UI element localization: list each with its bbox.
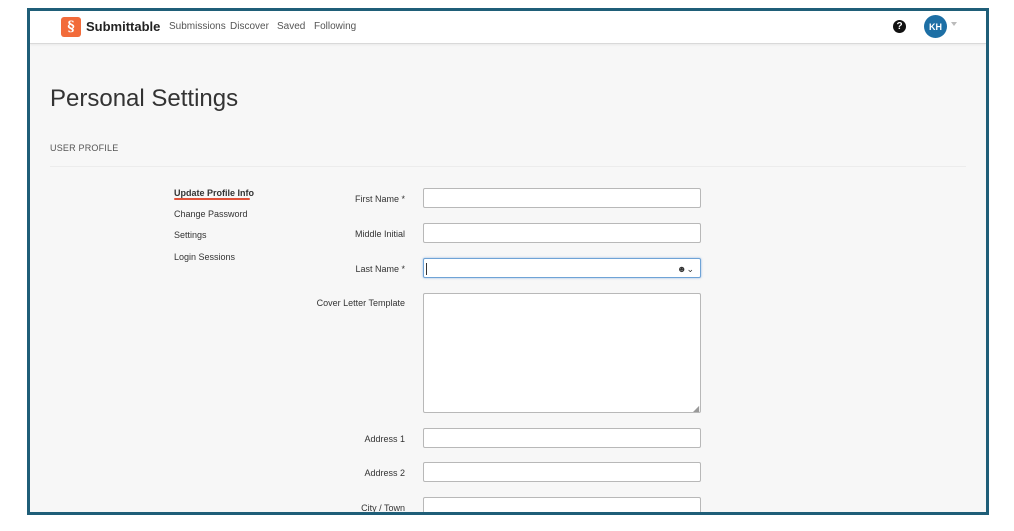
section-heading: USER PROFILE (50, 143, 119, 153)
submittable-logo-icon[interactable]: § (61, 17, 81, 37)
top-navigation-bar: § Submittable Submissions Discover Saved… (30, 11, 986, 44)
cover-letter-textarea[interactable] (423, 293, 701, 413)
cover-letter-label: Cover Letter Template (316, 298, 405, 308)
text-cursor (426, 263, 427, 275)
page-title: Personal Settings (50, 85, 239, 112)
first-name-field[interactable] (423, 188, 701, 208)
city-town-field[interactable] (423, 497, 701, 512)
help-icon[interactable]: ? (893, 20, 906, 33)
city-town-label: City / Town (361, 503, 405, 513)
last-name-field[interactable] (423, 258, 701, 278)
last-name-label: Last Name * (355, 264, 405, 274)
nav-link-saved[interactable]: Saved (277, 21, 305, 32)
address-2-field[interactable] (423, 462, 701, 482)
nav-link-discover[interactable]: Discover (230, 21, 269, 32)
sidebar-item-settings[interactable]: Settings (174, 230, 207, 240)
middle-initial-field[interactable] (423, 223, 701, 243)
app-window: § Submittable Submissions Discover Saved… (27, 8, 989, 515)
user-avatar[interactable]: KH (924, 15, 947, 38)
chevron-down-icon[interactable] (951, 22, 957, 26)
contact-autofill-icon[interactable]: ☻⌄ (677, 264, 694, 275)
brand-name[interactable]: Submittable (86, 19, 160, 34)
nav-link-submissions[interactable]: Submissions (169, 21, 226, 32)
address-2-label: Address 2 (364, 468, 405, 478)
section-divider (50, 166, 966, 167)
first-name-label: First Name * (354, 194, 405, 204)
address-1-field[interactable] (423, 428, 701, 448)
resize-handle-icon[interactable]: ◢ (693, 405, 699, 413)
middle-initial-label: Middle Initial (354, 229, 405, 239)
nav-link-following[interactable]: Following (314, 21, 356, 32)
address-1-label: Address 1 (364, 434, 405, 444)
sidebar-item-login-sessions[interactable]: Login Sessions (174, 252, 235, 262)
sidebar-item-change-password[interactable]: Change Password (174, 209, 248, 219)
